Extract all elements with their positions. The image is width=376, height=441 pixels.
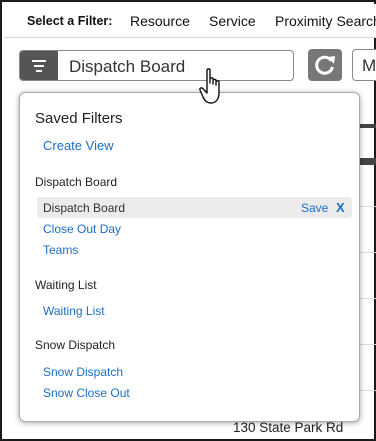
filter-item-snow-close-out[interactable]: Snow Close Out: [43, 386, 130, 400]
filter-item-label: Dispatch Board: [43, 201, 126, 215]
tab-resource[interactable]: Resource: [130, 13, 190, 29]
saved-filter-value: Dispatch Board: [69, 57, 186, 76]
filter-item-snow-dispatch[interactable]: Snow Dispatch: [43, 365, 123, 379]
secondary-select-value: M: [362, 56, 376, 75]
saved-filter-dropdown[interactable]: Dispatch Board: [19, 50, 294, 81]
create-view-link[interactable]: Create View: [43, 138, 114, 153]
section-heading-snow-dispatch: Snow Dispatch: [35, 338, 116, 352]
app-frame: Select a Filter: Resource Service Proxim…: [0, 0, 376, 441]
section-heading-waiting-list: Waiting List: [35, 278, 97, 292]
tab-proximity-search[interactable]: Proximity Search: [275, 13, 376, 29]
tab-service[interactable]: Service: [209, 13, 256, 29]
section-heading-dispatch-board: Dispatch Board: [35, 175, 118, 189]
background-row-divider: [360, 252, 376, 253]
background-row-divider: [360, 206, 376, 207]
filter-bar-label: Select a Filter:: [27, 14, 113, 28]
save-filter-button[interactable]: Save: [301, 201, 328, 215]
background-address: 130 State Park Rd: [233, 420, 344, 435]
remove-filter-button[interactable]: X: [336, 200, 345, 215]
filter-item-dispatch-board[interactable]: Dispatch Board Save X: [37, 197, 352, 218]
background-row-divider: [360, 344, 376, 345]
background-table-header-2: [360, 158, 376, 165]
popup-title: Saved Filters: [35, 110, 123, 127]
filter-item-close-out-day[interactable]: Close Out Day: [43, 222, 121, 236]
refresh-button[interactable]: [308, 49, 342, 81]
hand-cursor-icon: [199, 68, 220, 104]
saved-filters-popup: Saved Filters Create View Dispatch Board…: [19, 92, 360, 422]
filter-item-waiting-list[interactable]: Waiting List: [43, 304, 105, 318]
background-table-header: [360, 124, 376, 128]
refresh-icon: [315, 55, 335, 75]
filter-bar: Select a Filter: Resource Service Proxim…: [4, 4, 376, 38]
background-row-divider: [360, 390, 376, 391]
secondary-select[interactable]: M: [352, 49, 376, 81]
filter-item-teams[interactable]: Teams: [43, 243, 78, 257]
background-row-divider: [360, 298, 376, 299]
filter-lines-icon: [20, 51, 58, 80]
